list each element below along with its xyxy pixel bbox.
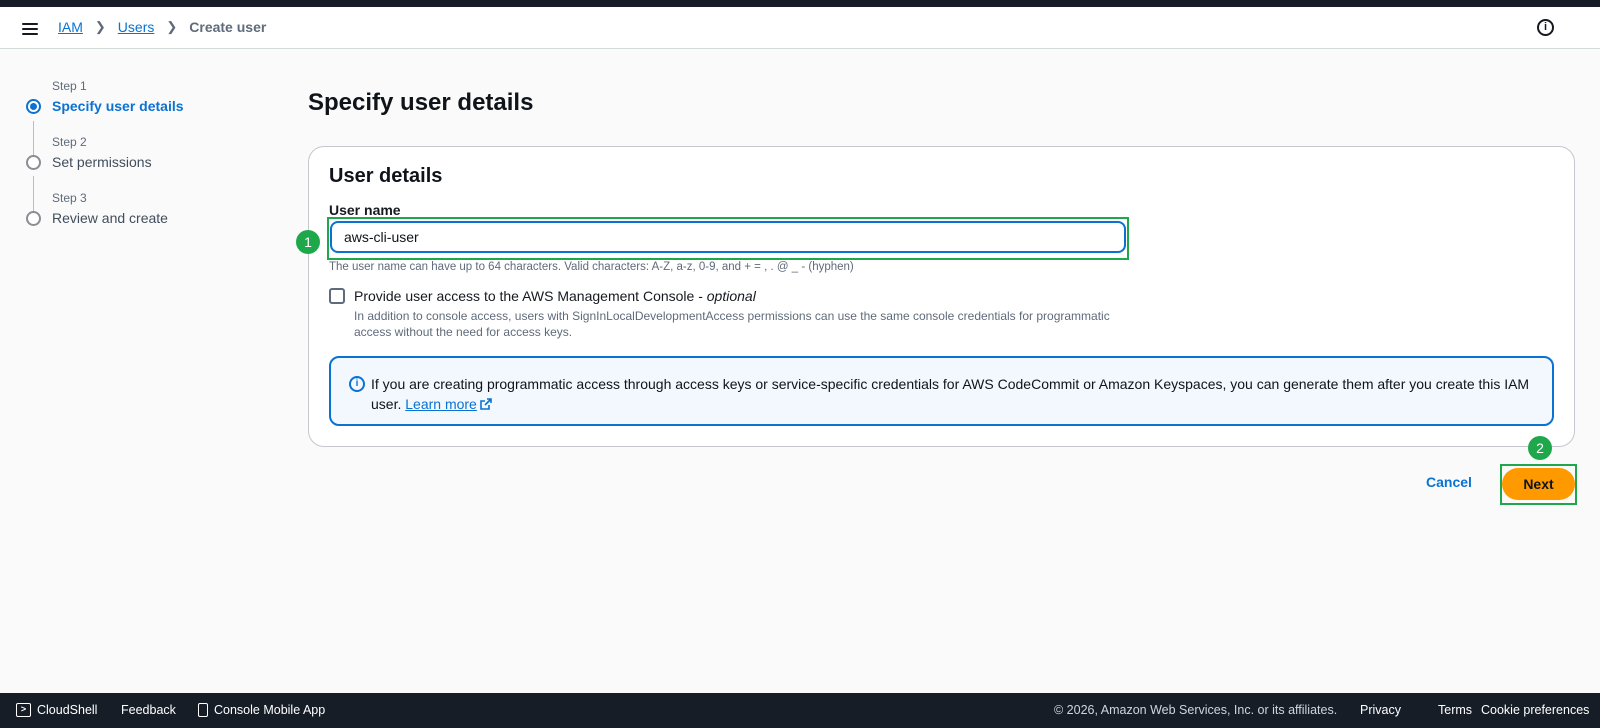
learn-more-label: Learn more <box>405 396 477 412</box>
privacy-link[interactable]: Privacy <box>1360 703 1401 717</box>
console-access-label-text: Provide user access to the AWS Managemen… <box>354 288 707 304</box>
annotation-badge-2: 2 <box>1528 436 1552 460</box>
mobile-phone-icon <box>198 703 208 717</box>
next-button[interactable]: Next <box>1502 468 1575 500</box>
cookie-preferences-link[interactable]: Cookie preferences <box>1481 703 1589 717</box>
footer: > CloudShell Feedback Console Mobile App… <box>0 693 1600 728</box>
panel-title: User details <box>329 165 443 187</box>
user-details-panel: User details User name The user name can… <box>308 146 1575 447</box>
step-title: Review and create <box>52 210 168 226</box>
chevron-right-icon: ❯ <box>166 19 178 34</box>
hamburger-icon[interactable] <box>22 20 40 36</box>
cloudshell-button[interactable]: > CloudShell <box>16 703 97 717</box>
info-icon[interactable]: i <box>1537 19 1554 36</box>
copyright-text: © 2026, Amazon Web Services, Inc. or its… <box>1054 703 1338 717</box>
console-access-checkbox[interactable] <box>329 288 345 304</box>
user-name-label: User name <box>329 202 401 218</box>
user-name-input[interactable] <box>330 221 1126 253</box>
terms-link[interactable]: Terms <box>1438 703 1472 717</box>
console-access-label: Provide user access to the AWS Managemen… <box>354 288 756 304</box>
feedback-link[interactable]: Feedback <box>121 703 176 717</box>
step-title: Set permissions <box>52 154 152 170</box>
info-icon: i <box>349 376 365 392</box>
step-connector <box>33 121 34 159</box>
step-title: Specify user details <box>52 98 184 114</box>
info-alert: i If you are creating programmatic acces… <box>329 356 1554 426</box>
console-mobile-app-link[interactable]: Console Mobile App <box>198 703 325 717</box>
step-connector <box>33 176 34 214</box>
breadcrumb-users[interactable]: Users <box>118 19 155 35</box>
step-indicator-icon <box>26 155 41 170</box>
learn-more-link[interactable]: Learn more <box>405 396 492 412</box>
page-title: Specify user details <box>308 89 534 116</box>
breadcrumb-iam[interactable]: IAM <box>58 19 83 35</box>
optional-label: optional <box>706 288 756 304</box>
cancel-button[interactable]: Cancel <box>1426 474 1472 490</box>
user-name-hint: The user name can have up to 64 characte… <box>329 261 854 273</box>
step-number: Step 2 <box>52 135 87 149</box>
top-navigation: IAM ❯ Users ❯ Create user i <box>0 7 1600 49</box>
breadcrumb: IAM ❯ Users ❯ Create user <box>58 19 266 35</box>
breadcrumb-create-user: Create user <box>189 19 267 35</box>
cloudshell-icon: > <box>16 703 31 717</box>
step-indicator-active-icon <box>26 99 41 114</box>
console-access-description: In addition to console access, users wit… <box>354 309 1110 339</box>
cloudshell-label: CloudShell <box>37 703 98 717</box>
top-strip <box>0 0 1600 7</box>
step-number: Step 3 <box>52 191 87 205</box>
step-number: Step 1 <box>52 79 87 93</box>
alert-text: If you are creating programmatic access … <box>371 374 1531 414</box>
mobile-app-label: Console Mobile App <box>214 703 326 717</box>
step-indicator-icon <box>26 211 41 226</box>
external-link-icon <box>480 398 492 410</box>
annotation-badge-1: 1 <box>296 230 320 254</box>
alert-message: If you are creating programmatic access … <box>371 376 1530 412</box>
chevron-right-icon: ❯ <box>94 19 106 34</box>
